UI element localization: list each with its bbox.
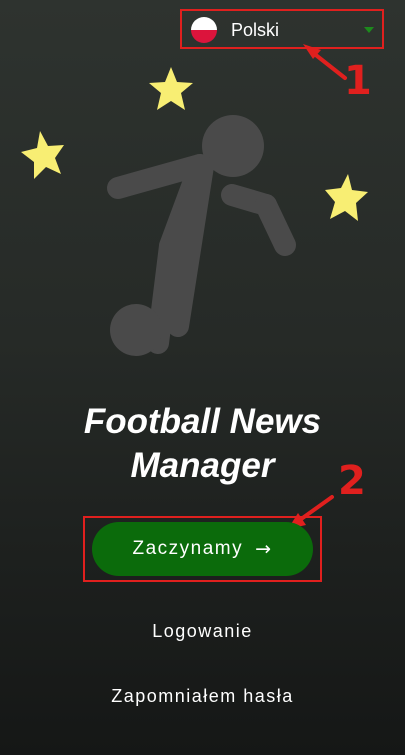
star-icon: [21, 131, 64, 179]
star-icon: [149, 67, 193, 110]
poland-flag-icon: [191, 17, 217, 43]
start-button[interactable]: Zaczynamy →: [92, 522, 313, 576]
start-button-label: Zaczynamy: [132, 538, 244, 559]
annotation-number-2: 2: [338, 458, 366, 504]
player-silhouette-icon: [107, 115, 296, 356]
login-link[interactable]: Logowanie: [0, 621, 405, 642]
star-icon: [325, 174, 368, 221]
arrow-right-icon: →: [255, 538, 273, 560]
language-label: Polski: [231, 19, 280, 40]
forgot-password-link[interactable]: Zapomniałem hasła: [0, 686, 405, 707]
language-selector[interactable]: Polski: [188, 12, 382, 48]
annotation-number-1: 1: [344, 58, 372, 104]
chevron-down-icon[interactable]: [364, 27, 374, 33]
app-title-line-1: Football News: [83, 402, 322, 441]
